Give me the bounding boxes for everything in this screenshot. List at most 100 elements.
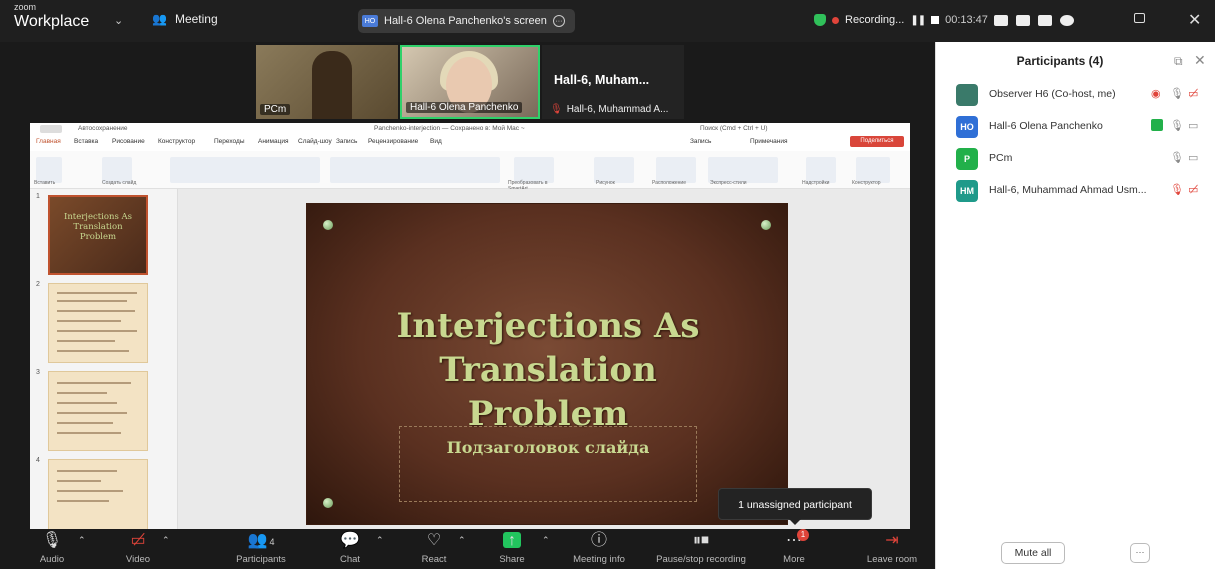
- shared-screen: Автосохранение Panchenko-interjection — …: [30, 123, 910, 529]
- chevron-down-icon[interactable]: ⌄: [114, 14, 123, 27]
- react-icon: ♡: [426, 532, 442, 549]
- thumb-number: 2: [36, 281, 40, 288]
- pause-stop-icon: ⏸⏹: [692, 532, 710, 549]
- mic-muted-icon[interactable]: 🎙: [1170, 183, 1184, 197]
- recording-icon: ◉: [1151, 88, 1161, 100]
- video-button[interactable]: ▭̸ Video: [116, 529, 160, 569]
- share-button[interactable]: ↑ Share: [492, 529, 532, 569]
- people-icon: 👥: [152, 12, 167, 26]
- meeting-info-button[interactable]: ⓘ Meeting info: [566, 529, 632, 569]
- slide-title-line: Translation: [439, 350, 657, 390]
- gear-icon[interactable]: [1059, 14, 1074, 26]
- corner-ornament: [307, 482, 349, 524]
- participants-count: 4: [269, 537, 275, 547]
- chat-button[interactable]: 💬 Chat: [330, 529, 370, 569]
- window-restore-icon[interactable]: [1134, 13, 1145, 23]
- close-icon[interactable]: ✕: [1188, 10, 1201, 30]
- corner-ornament: [307, 204, 349, 246]
- participant-row[interactable]: Observer H6 (Co-host, me) ◉ 🎙 ▭̸: [936, 82, 1215, 108]
- mute-all-button[interactable]: Mute all: [1001, 542, 1065, 564]
- close-icon[interactable]: ✕: [1194, 52, 1206, 69]
- slide-title: Interjections As Translation Problem: [327, 304, 769, 436]
- ppt-tab: Конструктор: [158, 138, 196, 145]
- more-options-icon[interactable]: ···: [552, 15, 565, 27]
- stop-icon[interactable]: [931, 16, 940, 24]
- video-gallery: PCm Hall-6 Olena Panchenko Hall-6, Muham…: [256, 45, 684, 119]
- ppt-tab: Рецензирование: [368, 138, 419, 145]
- zoom-window: zoom Workplace ⌄ 👥 Meeting HO Hall-6 Ole…: [0, 0, 1215, 569]
- chat-options-caret[interactable]: ⌃: [376, 535, 384, 546]
- meeting-menu[interactable]: 👥 Meeting: [152, 12, 218, 26]
- react-button[interactable]: ♡ React: [414, 529, 454, 569]
- participant-video: [312, 51, 352, 119]
- ppt-ribbon-label: Расположение: [652, 180, 686, 186]
- participants-button[interactable]: 👥 4 Participants: [226, 529, 296, 569]
- shield-icon[interactable]: [814, 14, 826, 26]
- react-label: React: [421, 554, 447, 565]
- video-icon[interactable]: ▭: [1188, 151, 1198, 165]
- chat-icon[interactable]: [1037, 14, 1052, 26]
- ppt-tab: Рисование: [112, 138, 145, 145]
- leave-room-button[interactable]: ⇥ Leave room: [858, 529, 926, 569]
- share-options-caret[interactable]: ⌃: [542, 535, 550, 546]
- tile-subname: 🎙 Hall-6, Muhammad A...: [550, 104, 668, 115]
- ppt-ribbon-group: [170, 157, 320, 183]
- participants-icon: 👥 4: [247, 532, 275, 549]
- autosave-label: Автосохранение: [78, 125, 128, 132]
- chat-icon: 💬: [340, 532, 360, 549]
- more-button[interactable]: ⋯ 1 More: [772, 529, 816, 569]
- video-off-icon[interactable]: ▭̸: [1188, 183, 1198, 197]
- leave-icon: ⇥: [885, 532, 899, 549]
- pause-stop-recording-button[interactable]: ⏸⏹ Pause/stop recording: [644, 529, 758, 569]
- info-icon: ⓘ: [590, 532, 608, 549]
- thumb-number: 3: [36, 369, 40, 376]
- current-slide: Interjections As Translation Problem Под…: [306, 203, 788, 525]
- popout-icon[interactable]: ⧉: [1174, 54, 1183, 69]
- panel-more-button[interactable]: ···: [1130, 543, 1150, 563]
- meeting-info-label: Meeting info: [573, 554, 625, 565]
- mic-icon[interactable]: 🎙: [1170, 151, 1184, 165]
- ppt-titlebar: Автосохранение Panchenko-interjection — …: [30, 123, 910, 135]
- participant-name: Hall-6, Muhammad Ahmad Usm...: [989, 184, 1147, 196]
- video-tile[interactable]: Hall-6, Muham... 🎙 Hall-6, Muhammad A...: [542, 45, 684, 119]
- share-label: Share: [499, 554, 525, 565]
- video-options-caret[interactable]: ⌃: [162, 535, 170, 546]
- more-icon: ⋯ 1: [786, 529, 809, 550]
- video-off-icon[interactable]: ▭̸: [1188, 87, 1198, 101]
- screen-share-pill[interactable]: HO Hall-6 Olena Panchenko's screen ···: [358, 9, 575, 33]
- ppt-tab: Главная: [36, 138, 61, 145]
- ppt-share-btn: Поделиться: [850, 136, 904, 147]
- pause-icon[interactable]: ❚❚: [910, 15, 926, 26]
- mic-muted-icon: 🎙: [550, 104, 563, 115]
- react-options-caret[interactable]: ⌃: [458, 535, 466, 546]
- video-tile-active-speaker[interactable]: Hall-6 Olena Panchenko: [400, 45, 540, 119]
- mic-icon[interactable]: 🎙: [1170, 119, 1184, 133]
- participant-row[interactable]: HO Hall-6 Olena Panchenko 🎙 ▭: [936, 114, 1215, 140]
- participant-row[interactable]: P PCm 🎙 ▭: [936, 146, 1215, 172]
- avatar: HO: [956, 116, 978, 138]
- pause-stop-label: Pause/stop recording: [656, 554, 746, 565]
- video-icon[interactable]: [1015, 14, 1030, 26]
- participant-name: PCm: [989, 152, 1013, 164]
- video-label: Video: [125, 554, 151, 565]
- ppt-ribbon-label: Вставить: [34, 180, 56, 186]
- panel-title: Participants (4): [1016, 54, 1104, 68]
- ppt-tab: Слайд-шоу: [298, 138, 332, 145]
- camera-icon[interactable]: [993, 14, 1008, 26]
- video-icon[interactable]: ▭: [1188, 119, 1198, 133]
- avatar: P: [956, 148, 978, 170]
- slide-thumbnail: [48, 459, 148, 529]
- participant-row[interactable]: HM Hall-6, Muhammad Ahmad Usm... 🎙 ▭̸: [936, 178, 1215, 204]
- slide-title-line: Interjections As: [396, 306, 700, 346]
- ppt-search: Поиск (Cmd + Ctrl + U): [700, 125, 768, 132]
- recording-timer: 00:13:47: [945, 14, 988, 26]
- video-off-icon: ▭̸: [130, 532, 146, 549]
- ppt-tab: Запись: [336, 138, 358, 145]
- audio-button[interactable]: 🎙 Audio: [30, 529, 74, 569]
- audio-options-caret[interactable]: ⌃: [78, 535, 86, 546]
- slide-canvas: Interjections As Translation Problem Под…: [178, 189, 910, 529]
- participant-name: Hall-6 Olena Panchenko: [989, 120, 1103, 132]
- ppt-ribbon-group: [330, 157, 500, 183]
- mic-icon[interactable]: 🎙: [1170, 87, 1184, 101]
- video-tile[interactable]: PCm: [256, 45, 398, 119]
